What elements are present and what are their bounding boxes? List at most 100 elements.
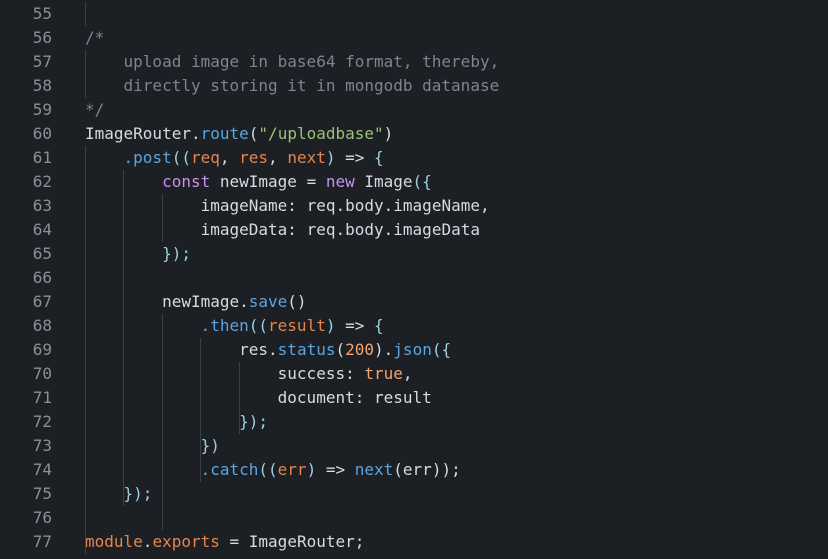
code-line[interactable]: 65 }); bbox=[0, 242, 828, 266]
code-line[interactable]: 56 /* bbox=[0, 26, 828, 50]
code-token: newImage bbox=[162, 292, 240, 311]
code-line[interactable]: 58 directly storing it in mongodb datana… bbox=[0, 74, 828, 98]
code-token: = bbox=[306, 172, 317, 191]
code-content: }); bbox=[85, 242, 191, 266]
code-token: , bbox=[268, 148, 288, 167]
code-line[interactable]: 74 .catch((err) => next(err)); bbox=[0, 458, 828, 482]
code-line[interactable]: 73 }) bbox=[0, 434, 828, 458]
code-token: json bbox=[393, 340, 432, 359]
code-token: }); bbox=[162, 244, 191, 263]
code-token: imageName bbox=[200, 196, 288, 215]
code-token: ImageRouter bbox=[248, 532, 355, 551]
code-token: document bbox=[277, 388, 355, 407]
code-token: new bbox=[316, 172, 365, 191]
code-line[interactable]: 77 module.exports = ImageRouter; bbox=[0, 530, 828, 554]
code-line[interactable]: 63 imageName: req.body.imageName, bbox=[0, 194, 828, 218]
code-token: .catch bbox=[200, 460, 259, 479]
code-line[interactable]: 75 }); bbox=[0, 482, 828, 506]
code-token: err bbox=[402, 460, 432, 479]
code-token: . bbox=[239, 292, 249, 311]
code-line[interactable]: 70 success: true, bbox=[0, 362, 828, 386]
code-token: result bbox=[268, 316, 326, 335]
code-token: => bbox=[335, 148, 375, 167]
line-number: 56 bbox=[32, 28, 52, 47]
code-token: { bbox=[374, 148, 384, 167]
code-content: document: result bbox=[85, 386, 432, 410]
line-number: 66 bbox=[32, 268, 52, 287]
code-token: . bbox=[383, 220, 394, 239]
code-line[interactable]: 55 bbox=[0, 2, 828, 26]
code-line[interactable]: 67 newImage.save() bbox=[0, 290, 828, 314]
code-token: result bbox=[373, 388, 432, 407]
code-token: "/uploadbase" bbox=[258, 124, 384, 143]
line-number: 65 bbox=[32, 244, 52, 263]
code-content: newImage.save() bbox=[85, 290, 307, 314]
code-line[interactable]: 62 const newImage = new Image({ bbox=[0, 170, 828, 194]
code-token: req bbox=[190, 148, 220, 167]
code-line[interactable]: 72 }); bbox=[0, 410, 828, 434]
code-token: . bbox=[190, 124, 201, 143]
code-content: const newImage = new Image({ bbox=[85, 170, 432, 194]
code-token: ; bbox=[354, 532, 365, 551]
line-number: 58 bbox=[32, 76, 52, 95]
code-line[interactable]: 68 .then((result) => { bbox=[0, 314, 828, 338]
indent-guide bbox=[123, 170, 124, 506]
code-line[interactable]: 66 bbox=[0, 266, 828, 290]
code-token: directly storing it in mongodb datanase bbox=[123, 76, 500, 95]
code-line[interactable]: 71 document: result bbox=[0, 386, 828, 410]
code-line[interactable]: 69 res.status(200).json({ bbox=[0, 338, 828, 362]
code-line[interactable]: 59 */ bbox=[0, 98, 828, 122]
code-content: }); bbox=[85, 410, 268, 434]
code-token: .post bbox=[123, 148, 172, 167]
code-token: ( bbox=[335, 340, 346, 359]
code-token: . bbox=[335, 220, 346, 239]
code-token: req bbox=[306, 196, 336, 215]
indent-guide bbox=[85, 506, 86, 554]
code-content: success: true, bbox=[85, 362, 413, 386]
code-token: : bbox=[345, 364, 365, 383]
code-content: imageData: req.body.imageData bbox=[85, 218, 480, 242]
code-token: }); bbox=[239, 412, 269, 431]
line-number: 64 bbox=[32, 220, 52, 239]
line-number: 69 bbox=[32, 340, 52, 359]
line-number: 62 bbox=[32, 172, 52, 191]
code-line[interactable]: 76 bbox=[0, 506, 828, 530]
indent-guide bbox=[85, 2, 86, 26]
code-token: err bbox=[277, 460, 307, 479]
indent-guide bbox=[85, 146, 86, 530]
code-content: */ bbox=[85, 98, 104, 122]
code-token: 200 bbox=[345, 340, 375, 359]
code-token: imageData bbox=[393, 220, 480, 239]
code-token: save bbox=[248, 292, 288, 311]
code-token: next bbox=[354, 460, 394, 479]
code-editor[interactable]: 55 56 /* 57 upload image in base64 format, … bbox=[0, 0, 828, 559]
code-token: ( bbox=[393, 460, 403, 479]
code-token: (( bbox=[258, 460, 278, 479]
code-token: res bbox=[239, 148, 269, 167]
code-token: body bbox=[345, 196, 384, 215]
code-token: . bbox=[268, 340, 278, 359]
code-token: )); bbox=[431, 460, 461, 479]
line-number: 72 bbox=[32, 412, 52, 431]
code-token: imageName bbox=[393, 196, 480, 215]
code-token: body bbox=[345, 220, 384, 239]
code-token: = bbox=[219, 532, 249, 551]
code-content: .then((result) => { bbox=[85, 314, 384, 338]
code-token: . bbox=[335, 196, 346, 215]
code-token: ) bbox=[374, 340, 384, 359]
line-number: 67 bbox=[32, 292, 52, 311]
line-number: 71 bbox=[32, 388, 52, 407]
line-number: 68 bbox=[32, 316, 52, 335]
code-token: . bbox=[142, 532, 153, 551]
code-line[interactable]: 64 imageData: req.body.imageData bbox=[0, 218, 828, 242]
code-token: exports bbox=[152, 532, 220, 551]
code-token: route bbox=[200, 124, 249, 143]
code-token: . bbox=[383, 340, 394, 359]
code-line[interactable]: 57 upload image in base64 format, thereb… bbox=[0, 50, 828, 74]
indent-guide bbox=[162, 194, 163, 242]
code-line[interactable]: 60 ImageRouter.route("/uploadbase") bbox=[0, 122, 828, 146]
code-line[interactable]: 61 .post((req, res, next) => { bbox=[0, 146, 828, 170]
